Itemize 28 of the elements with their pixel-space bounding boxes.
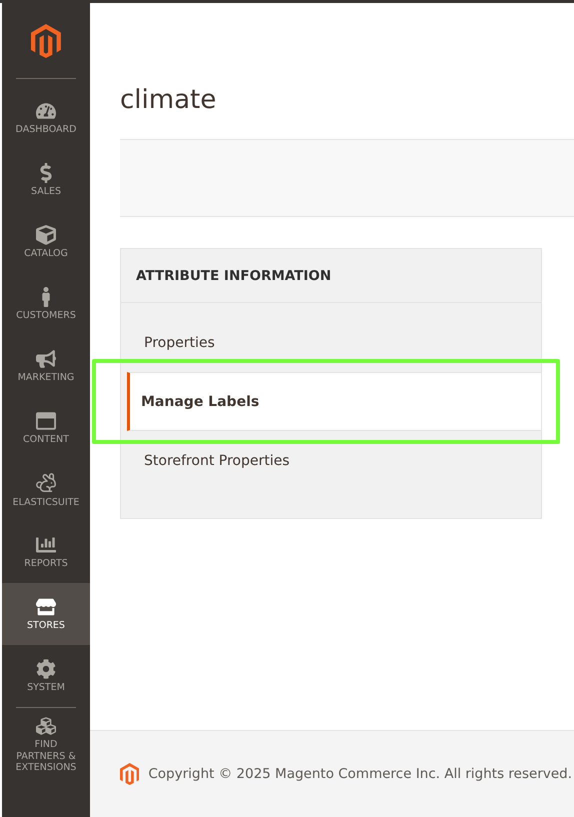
logo-icon bbox=[120, 763, 140, 785]
gauge-icon bbox=[36, 100, 56, 121]
rabbit-icon bbox=[35, 472, 57, 494]
copyright-text: Copyright © 2025 Magento Commerce Inc. All rights reserved. bbox=[148, 766, 572, 782]
tab[interactable]: Storefront Properties bbox=[121, 431, 541, 490]
sidebar-item[interactable]: CUSTOMERS bbox=[2, 273, 90, 335]
tabs-heading: ATTRIBUTE INFORMATION bbox=[136, 268, 332, 284]
logo-icon bbox=[31, 24, 61, 58]
layout-icon bbox=[36, 410, 56, 431]
sidebar-item[interactable]: DASHBOARD bbox=[2, 87, 90, 149]
sidebar-item[interactable]: SYSTEM bbox=[2, 645, 90, 707]
tab[interactable]: Properties bbox=[121, 313, 541, 372]
sidebar-item[interactable]: CATALOG bbox=[2, 211, 90, 273]
sidebar-item[interactable]: REPORTS bbox=[2, 521, 90, 583]
sidebar-item[interactable]: STORES bbox=[2, 583, 90, 645]
sidebar-item[interactable]: FIND PARTNERS & EXTENSIONS bbox=[2, 708, 90, 782]
box-icon bbox=[36, 224, 56, 245]
sidebar-item[interactable]: CONTENT bbox=[2, 397, 90, 459]
megaphone-icon bbox=[36, 348, 56, 369]
bricks-icon bbox=[36, 716, 56, 736]
bar-chart-icon bbox=[36, 534, 56, 555]
sidebar-item[interactable]: SALES bbox=[2, 149, 90, 211]
tab[interactable]: Manage Labels bbox=[127, 372, 541, 431]
settings-icon bbox=[36, 658, 56, 679]
sidebar-item[interactable]: ELASTICSUITE bbox=[2, 459, 90, 521]
page-title: climate bbox=[120, 85, 218, 115]
storefront-icon bbox=[36, 596, 56, 617]
sidebar-item[interactable]: MARKETING bbox=[2, 335, 90, 397]
